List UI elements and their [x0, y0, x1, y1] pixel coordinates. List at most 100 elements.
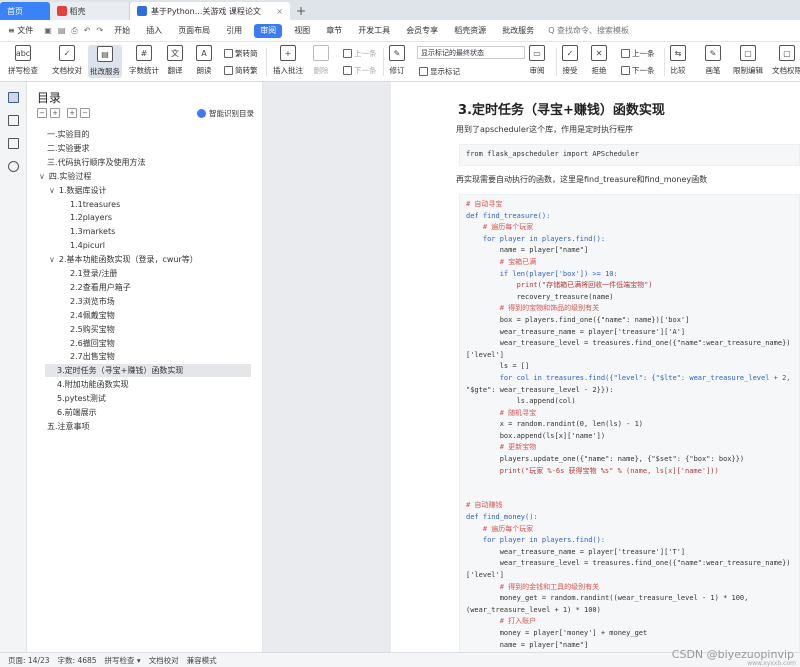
insert-comment-button[interactable]: + 插入批注 — [273, 45, 303, 76]
chevron-down-icon[interactable]: ∨ — [49, 255, 55, 264]
menu-developer[interactable]: 开发工具 — [350, 20, 398, 42]
toc-item[interactable]: 2.5购买宝物 — [70, 323, 115, 336]
menu-member[interactable]: 会员专享 — [398, 20, 446, 42]
menu-review[interactable]: 审阅 — [254, 23, 283, 38]
code-line: recovery_treasure(name) — [466, 292, 614, 301]
smart-toc-button[interactable]: 智能识别目录 — [197, 108, 254, 119]
tab-docer[interactable]: 稻壳 — [50, 2, 130, 20]
doc-proof-status[interactable]: 文档校对 — [149, 655, 179, 666]
word-count-button[interactable]: # 字数统计 — [129, 45, 159, 76]
review-pane-button[interactable]: ▭ 审阅 — [529, 45, 545, 76]
ink-button[interactable]: ✎ 画笔 — [705, 45, 721, 76]
chevron-down-icon[interactable]: ∨ — [49, 186, 55, 195]
menu-docer-resources[interactable]: 稻壳资源 — [446, 20, 494, 42]
toc-item[interactable]: ∨ 2.基本功能函数实现（登录，cwur等） — [49, 253, 198, 266]
markup-state-select[interactable]: 显示标记的最终状态 — [417, 46, 525, 59]
revise-button[interactable]: ✎ 修订 — [389, 45, 405, 76]
delete-comment-button[interactable]: 删除 — [313, 45, 329, 76]
toc-item[interactable]: 1.4picurl — [70, 239, 105, 252]
doc-proof-button[interactable]: ✓ 文档校对 — [52, 45, 82, 76]
compare-button[interactable]: ⇆ 比较 — [670, 45, 686, 76]
toc-item[interactable]: 五.注意事项 — [47, 420, 90, 433]
prev-change-button[interactable]: 上一条 — [621, 48, 655, 59]
add-heading-icon[interactable]: + — [67, 108, 77, 118]
to-traditional-button[interactable]: 繁转简 — [224, 48, 258, 59]
toc-item[interactable]: 4.附加功能函数实现 — [57, 378, 129, 391]
restrict-edit-button[interactable]: ▢ 限制编辑 — [733, 45, 763, 76]
expand-icon[interactable]: + — [50, 108, 60, 118]
save-icon[interactable]: ▣ — [41, 20, 55, 42]
toc-item[interactable]: 一.实验目的 — [47, 128, 90, 141]
prev-comment-button[interactable]: 上一条 — [343, 48, 377, 59]
chevron-down-icon[interactable]: ∨ — [39, 172, 45, 181]
read-aloud-button[interactable]: A 朗读 — [196, 45, 212, 76]
menu-start[interactable]: 开始 — [106, 20, 138, 42]
ribbon-divider — [383, 48, 384, 76]
spell-check-button[interactable]: abc 拼写检查 — [8, 45, 38, 76]
toc-item-label: 2.5购买宝物 — [70, 324, 115, 334]
toc-panel-icon[interactable] — [8, 92, 19, 103]
toc-item[interactable]: 3.定时任务（寻宝+赚钱）函数实现 — [45, 364, 251, 378]
command-search[interactable]: Q 查找命令、搜索模板 — [542, 20, 637, 42]
code-line: # 得到的宝物和饰品的级别有关 — [466, 304, 600, 313]
toc-item[interactable]: 2.3浏览市场 — [70, 295, 115, 308]
toc-item[interactable]: 1.1treasures — [70, 198, 120, 211]
menu-references[interactable]: 引用 — [218, 20, 250, 42]
menu-correction[interactable]: 批改服务 — [494, 20, 542, 42]
toc-item[interactable]: 6.前端展示 — [57, 406, 97, 419]
toc-item[interactable]: 1.3markets — [70, 225, 115, 238]
show-markup-button[interactable]: 显示标记 — [419, 66, 460, 77]
doc-proof-icon: ✓ — [59, 45, 75, 61]
translate-button[interactable]: 文翻译 — [167, 45, 183, 76]
toc-item[interactable]: 二.实验要求 — [47, 142, 90, 155]
spell-check-status[interactable]: 拼写检查 ▾ — [105, 655, 141, 666]
reject-button[interactable]: ✕ 拒绝 — [591, 45, 607, 76]
batch-service-button[interactable]: ▤ 批改服务 — [88, 45, 122, 78]
toc-item[interactable]: 2.7出售宝物 — [70, 350, 115, 363]
toc-item[interactable]: 2.6撤回宝物 — [70, 337, 115, 350]
search-icon[interactable] — [8, 161, 19, 172]
word-count-status[interactable]: 字数: 4685 — [58, 655, 97, 666]
tab-document[interactable]: 基于Python...关游戏 课程论文 × — [130, 2, 290, 20]
document-page[interactable]: 3.定时任务（寻宝+赚钱）函数实现 用到了apscheduler这个库，作用是定… — [391, 82, 800, 652]
toc-item-label: 1.4picurl — [70, 241, 106, 251]
menu-insert[interactable]: 插入 — [138, 20, 170, 42]
toc-item[interactable]: ∨ 1.数据库设计 — [49, 184, 107, 197]
reject-icon: ✕ — [591, 45, 607, 61]
toc-item[interactable]: 三.代码执行顺序及使用方法 — [47, 156, 146, 169]
close-tab-icon[interactable]: × — [276, 7, 283, 16]
menu-section[interactable]: 章节 — [318, 20, 350, 42]
bookmark-icon[interactable] — [8, 138, 19, 149]
toc-item[interactable]: 1.2players — [70, 211, 112, 224]
toc-item[interactable]: ∨ 四.实验过程 — [39, 170, 91, 183]
menu-layout[interactable]: 页面布局 — [170, 20, 218, 42]
accept-button[interactable]: ✓ 接受 — [562, 45, 578, 76]
undo-icon[interactable]: ↶ — [81, 20, 94, 42]
file-menu[interactable]: ≡ 文件 — [0, 20, 41, 42]
code-line: ls.append(col) — [466, 397, 576, 406]
toc-item[interactable]: 5.pytest测试 — [57, 392, 106, 405]
page-indicator[interactable]: 页面: 14/23 — [8, 655, 50, 666]
toc-item-label: 一.实验目的 — [47, 130, 90, 139]
to-simplified-button[interactable]: 简转繁 — [224, 65, 258, 76]
new-tab-button[interactable]: + — [290, 2, 312, 20]
redo-icon[interactable]: ↷ — [93, 20, 106, 42]
print-icon[interactable]: ⎙ — [68, 20, 80, 42]
code-line: def find_treasure(): — [466, 211, 551, 220]
toc-item-label: 五.注意事项 — [47, 421, 90, 431]
doc-permission-button[interactable]: ▢ 文档权限 — [772, 45, 800, 76]
collapse-all-icon[interactable]: − — [37, 108, 47, 118]
chapter-panel-icon[interactable] — [8, 115, 19, 126]
permission-icon: ▢ — [779, 45, 795, 61]
toc-item[interactable]: 2.2查看用户箱子 — [70, 281, 131, 294]
remove-heading-icon[interactable]: − — [80, 108, 90, 118]
toc-item[interactable]: 2.1登录/注册 — [70, 267, 117, 280]
menu-view[interactable]: 视图 — [286, 20, 318, 42]
next-change-button[interactable]: 下一条 — [621, 65, 655, 76]
next-comment-button[interactable]: 下一条 — [343, 65, 377, 76]
toc-item-label: 3.定时任务（寻宝+赚钱）函数实现 — [57, 366, 184, 376]
open-icon[interactable]: ▤ — [55, 20, 69, 42]
tab-home[interactable]: 首页 — [0, 2, 50, 20]
toc-item[interactable]: 2.4佩戴宝物 — [70, 309, 115, 322]
code-line: box = players.find_one({"name": name})['… — [466, 315, 690, 324]
